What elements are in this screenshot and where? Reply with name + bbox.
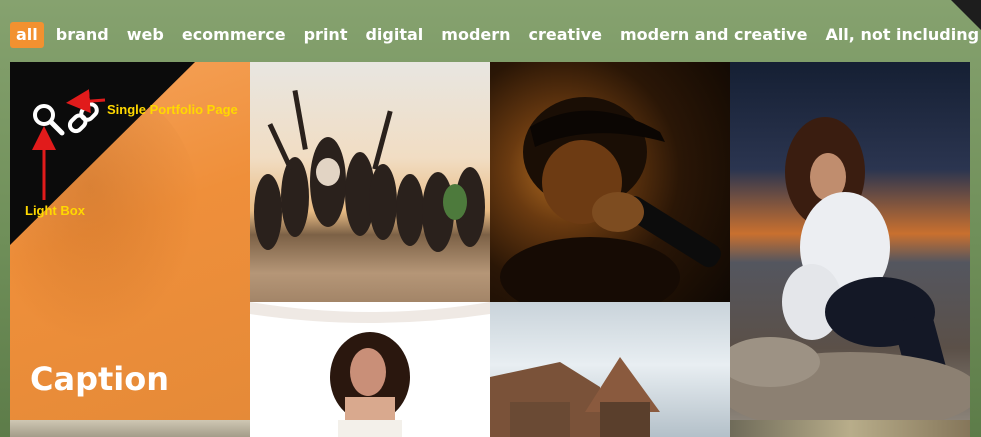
portfolio-item-partial[interactable] [10,420,250,437]
woman-white-image [250,302,490,437]
portfolio-grid: Caption [10,62,970,437]
filter-modern-and-creative[interactable]: modern and creative [614,22,813,48]
portfolio-item-woman-white[interactable] [250,302,490,437]
portfolio-filter-bar: all brand web ecommerce print digital mo… [10,22,981,48]
filter-all[interactable]: all [10,22,44,48]
filter-web[interactable]: web [121,22,170,48]
filter-ecommerce[interactable]: ecommerce [176,22,292,48]
house-image [490,357,660,437]
portfolio-item-singer[interactable] [490,62,730,302]
filter-print[interactable]: print [298,22,354,48]
link-icon[interactable] [66,100,100,136]
filter-brand[interactable]: brand [50,22,115,48]
annotation-single-portfolio: Single Portfolio Page [107,102,238,117]
filter-modern[interactable]: modern [435,22,516,48]
search-icon[interactable] [31,102,65,136]
jumping-group-image [254,89,485,252]
portfolio-item-partial-right[interactable] [730,420,970,437]
tile-caption: Caption [30,360,170,398]
singer-image [500,97,721,302]
filter-creative[interactable]: creative [523,22,608,48]
portfolio-item-woman-rocks[interactable] [730,62,970,420]
woman-rocks-image [730,117,970,420]
filter-all-not-including-web[interactable]: All, not including web [819,22,981,48]
filter-digital[interactable]: digital [359,22,429,48]
portfolio-item-jumping-group[interactable] [250,62,490,302]
annotation-light-box: Light Box [25,203,85,218]
portfolio-item-house[interactable] [490,302,730,437]
